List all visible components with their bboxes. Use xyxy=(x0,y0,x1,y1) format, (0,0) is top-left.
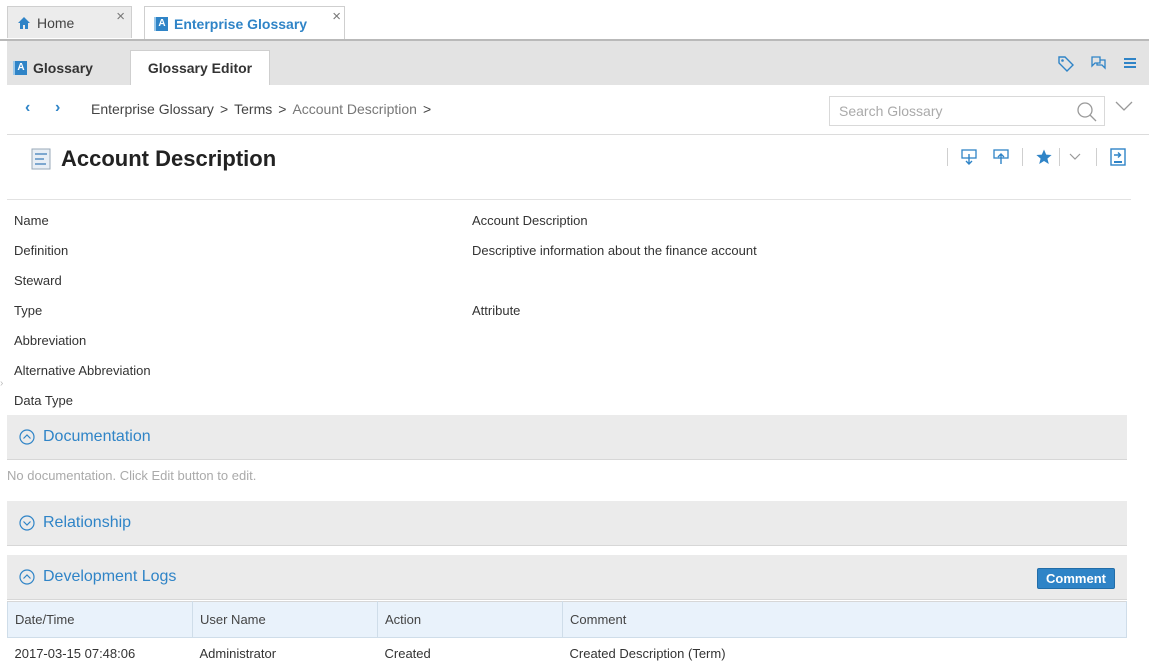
section-development-logs[interactable]: Development Logs Comment xyxy=(7,555,1127,600)
comment-button[interactable]: Comment xyxy=(1037,568,1115,589)
table-cell: Created xyxy=(384,646,431,662)
tab-home[interactable]: Home × xyxy=(7,6,132,38)
menu-icon[interactable] xyxy=(1121,54,1139,72)
star-icon[interactable] xyxy=(1035,148,1053,166)
divider xyxy=(1096,148,1097,166)
top-tab-bar: Home × A Enterprise Glossary × xyxy=(0,0,1149,40)
import-icon[interactable] xyxy=(992,148,1010,166)
development-log-table: Date/Time User Name Action Comment 2017-… xyxy=(7,601,1127,668)
column-header[interactable]: Date/Time xyxy=(7,601,193,638)
collapse-handle[interactable]: › xyxy=(0,378,3,389)
page-title: Account Description xyxy=(61,146,277,171)
glossary-toolbar: A Glossary Glossary Editor xyxy=(7,41,1149,85)
table-row[interactable]: 2017-03-15 07:48:06 Administrator Create… xyxy=(8,638,1127,668)
property-value: Account Description xyxy=(472,212,588,228)
property-value: Attribute xyxy=(472,302,521,318)
table-cell: 2017-03-15 07:48:06 xyxy=(14,646,136,662)
chevron-up-circle-icon[interactable] xyxy=(19,429,35,445)
column-header[interactable]: Action xyxy=(377,601,563,638)
forward-arrow-icon[interactable]: › xyxy=(55,99,60,117)
column-header[interactable]: Comment xyxy=(562,601,1127,638)
search-box xyxy=(829,96,1105,126)
properties-list: Name Account Description Definition Descri… xyxy=(7,205,1127,415)
tab-enterprise-glossary-label: Enterprise Glossary xyxy=(174,15,308,32)
present-icon[interactable] xyxy=(1109,148,1127,166)
property-key: Name xyxy=(14,212,49,228)
divider xyxy=(1022,148,1023,166)
breadcrumb-separator: > xyxy=(219,101,229,117)
property-row: Data Type xyxy=(7,385,1127,415)
search-input[interactable] xyxy=(830,97,1060,125)
property-key: Alternative Abbreviation xyxy=(14,362,151,378)
tab-glossary[interactable]: A Glossary xyxy=(13,50,93,85)
section-documentation[interactable]: Documentation xyxy=(7,415,1127,460)
property-row: Type Attribute xyxy=(7,295,1127,325)
chevron-down-circle-icon[interactable] xyxy=(19,515,35,531)
export-icon[interactable] xyxy=(960,148,978,166)
section-title: Documentation xyxy=(43,428,151,445)
close-icon[interactable]: × xyxy=(116,8,125,25)
tab-glossary-label: Glossary xyxy=(33,59,93,76)
glossary-icon: A xyxy=(13,60,27,75)
property-key: Definition xyxy=(14,242,69,258)
tab-enterprise-glossary[interactable]: A Enterprise Glossary × xyxy=(144,6,345,40)
title-toolbar xyxy=(935,148,1127,166)
breadcrumb-separator: > xyxy=(278,101,287,117)
glossary-icon: A xyxy=(154,16,168,31)
documentation-empty-text: No documentation. Click Edit button to e… xyxy=(7,468,257,483)
breadcrumb-separator: > xyxy=(422,101,432,117)
property-row: Definition Descriptive information about … xyxy=(7,235,1127,265)
property-key: Type xyxy=(14,302,43,318)
section-title: Relationship xyxy=(43,514,132,531)
document-icon xyxy=(31,148,51,173)
property-row: Abbreviation xyxy=(7,325,1127,355)
breadcrumb-item[interactable]: Terms xyxy=(234,101,272,117)
property-row: Steward xyxy=(7,265,1127,295)
property-row: Alternative Abbreviation xyxy=(7,355,1127,385)
tag-icon[interactable] xyxy=(1057,54,1075,72)
property-key: Steward xyxy=(14,272,62,288)
divider xyxy=(1059,148,1060,166)
navigation-row: ‹ › Enterprise Glossary > Terms > Accoun… xyxy=(7,85,1149,135)
table-header-row: Date/Time User Name Action Comment xyxy=(7,601,1127,638)
tab-glossary-editor[interactable]: Glossary Editor xyxy=(130,50,270,85)
home-icon xyxy=(17,16,31,30)
close-icon[interactable]: × xyxy=(332,8,341,25)
table-cell: Administrator xyxy=(199,646,277,662)
tab-home-label: Home xyxy=(37,14,75,31)
property-key: Data Type xyxy=(14,392,74,408)
column-header[interactable]: User Name xyxy=(192,601,378,638)
search-icon[interactable] xyxy=(1076,101,1098,126)
table-cell: Created Description (Term) xyxy=(569,646,726,662)
property-value: Descriptive information about the financ… xyxy=(472,242,757,258)
chevron-up-circle-icon[interactable] xyxy=(19,569,35,585)
property-row: Name Account Description xyxy=(7,205,1127,235)
breadcrumb-current: Account Description xyxy=(292,101,417,117)
breadcrumb: Enterprise Glossary > Terms > Account De… xyxy=(91,101,431,117)
chat-icon[interactable] xyxy=(1089,54,1107,72)
section-title: Development Logs xyxy=(43,568,177,585)
breadcrumb-item[interactable]: Enterprise Glossary xyxy=(91,101,214,117)
section-relationship[interactable]: Relationship xyxy=(7,501,1127,546)
divider xyxy=(947,148,948,166)
chevron-down-icon[interactable] xyxy=(1066,148,1084,166)
chevron-down-icon[interactable] xyxy=(1115,100,1133,115)
title-row: Account Description xyxy=(7,136,1131,200)
back-arrow-icon[interactable]: ‹ xyxy=(25,99,30,117)
property-key: Abbreviation xyxy=(14,332,87,348)
tab-glossary-editor-label: Glossary Editor xyxy=(147,60,253,76)
